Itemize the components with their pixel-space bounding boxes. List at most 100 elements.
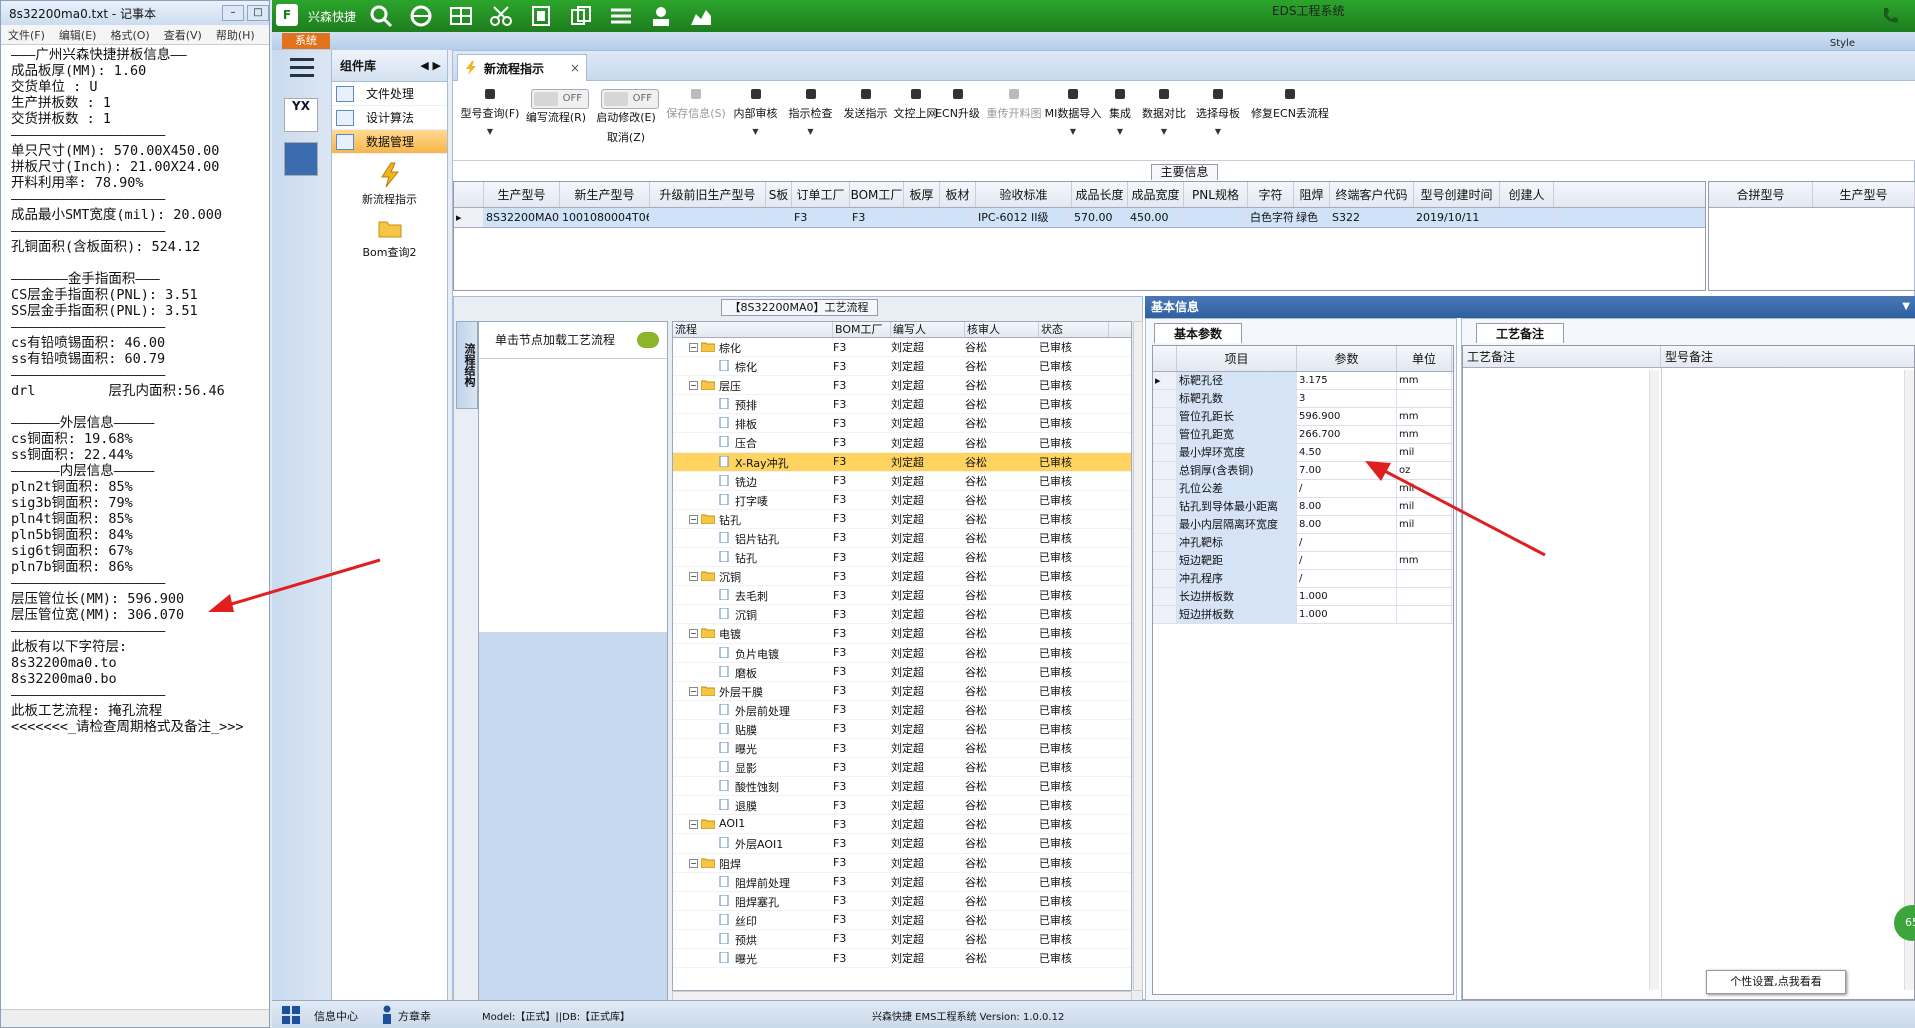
tree-row[interactable]: − 外层干膜 F3 刘定超 谷松 已审核 (673, 682, 1131, 701)
column-header[interactable]: 工艺备注 (1463, 346, 1661, 368)
globe-icon[interactable] (408, 4, 434, 28)
tree-node-cell[interactable]: 酸性蚀刻 (673, 777, 833, 795)
tree-node-cell[interactable]: 负片电镀 (673, 644, 833, 662)
tree-node-cell[interactable]: 磨板 (673, 663, 833, 681)
tree-row[interactable]: 棕化 F3 刘定超 谷松 已审核 (673, 357, 1131, 377)
tree-row[interactable]: 曝光 F3 刘定超 谷松 已审核 (673, 739, 1131, 759)
tree-row[interactable]: 铣边 F3 刘定超 谷松 已审核 (673, 472, 1131, 491)
flow-structure-vertical-tab[interactable]: 流程结构 (456, 321, 478, 409)
tree-row[interactable]: 打字唛 F3 刘定超 谷松 已审核 (673, 491, 1131, 510)
collapse-toggle-icon[interactable]: − (689, 381, 698, 391)
table-cell[interactable]: 570.00 (1072, 208, 1128, 227)
tree-row[interactable]: 贴膜 F3 刘定超 谷松 已审核 (673, 720, 1131, 739)
film-icon[interactable] (528, 4, 554, 28)
phone-icon[interactable] (1880, 6, 1900, 26)
tree-row[interactable]: − 阻焊 F3 刘定超 谷松 已审核 (673, 854, 1131, 873)
table-row[interactable]: ▸ 标靶孔径 3.175 mm (1153, 372, 1453, 390)
collapse-toggle-icon[interactable]: − (689, 572, 698, 582)
chevron-down-icon[interactable]: ▼ (1191, 127, 1245, 136)
column-header[interactable]: 成品宽度 (1128, 182, 1184, 207)
remarks-vertical-scrollbar[interactable] (1904, 370, 1914, 990)
tree-node-cell[interactable]: X-Ray冲孔 (673, 453, 833, 471)
tree-node-cell[interactable]: 阻焊塞孔 (673, 892, 833, 910)
menu-help[interactable]: 帮助(H) (216, 27, 255, 43)
table-cell[interactable]: 450.00 (1128, 208, 1184, 227)
process-tree-body[interactable]: − 棕化 F3 刘定超 谷松 已审核 棕化 F3 刘定超 谷松 已审核 − 层压 F3 刘定超 谷松 已审核 预排… (673, 338, 1131, 969)
table-row[interactable]: 管位孔距长 596.900 mm (1153, 408, 1453, 426)
toolbar-button[interactable]: 型号查询(F) ▼ (457, 85, 523, 136)
component-item-design-algorithm[interactable]: 设计算法 (332, 106, 447, 130)
column-header[interactable]: 创建人 (1500, 182, 1554, 207)
toolbar-button[interactable]: OFF 编写流程(R) (523, 85, 589, 125)
row-selector[interactable] (1153, 588, 1177, 605)
tree-row[interactable]: − 层压 F3 刘定超 谷松 已审核 (673, 376, 1131, 396)
calculator-module-icon[interactable] (284, 142, 318, 176)
search-icon[interactable] (368, 4, 394, 28)
toolbar-button[interactable]: 指示检查 ▼ (783, 85, 838, 136)
column-header[interactable]: 生产型号 (1813, 182, 1915, 207)
table-row[interactable]: 标靶孔数 3 (1153, 390, 1453, 408)
tree-row[interactable]: 外层前处理 F3 刘定超 谷松 已审核 (673, 701, 1131, 720)
param-value[interactable]: 3 (1297, 390, 1397, 407)
toolbar-button[interactable]: ECN升级 (935, 85, 980, 121)
tree-row[interactable]: 外层AOI1 F3 刘定超 谷松 已审核 (673, 834, 1131, 854)
toolbar-button[interactable]: 内部审核 ▼ (728, 85, 783, 136)
hamburger-menu-icon[interactable] (290, 58, 314, 78)
process-notes-grid[interactable]: 工艺备注 型号备注 (1462, 345, 1915, 1000)
menu-view[interactable]: 查看(V) (164, 27, 202, 43)
maximize-icon[interactable]: □ (247, 5, 269, 21)
row-selector[interactable]: ▸ (454, 208, 484, 227)
tree-node-cell[interactable]: 预烘 (673, 930, 833, 948)
toolbar-button[interactable]: 数据对比 ▼ (1137, 85, 1191, 136)
tree-node-cell[interactable]: 曝光 (673, 739, 833, 757)
table-cell[interactable]: 白色字符 (1248, 208, 1294, 227)
menu-format[interactable]: 格式(O) (110, 27, 149, 43)
column-header[interactable]: 板厚 (904, 182, 940, 207)
tree-row[interactable]: − 电镀 F3 刘定超 谷松 已审核 (673, 624, 1131, 644)
table-cell[interactable] (766, 208, 792, 227)
tree-node-cell[interactable]: − 层压 (673, 376, 833, 394)
tree-row[interactable]: 预烘 F3 刘定超 谷松 已审核 (673, 930, 1131, 949)
tree-row[interactable]: − 钻孔 F3 刘定超 谷松 已审核 (673, 510, 1131, 529)
tree-node-cell[interactable]: 阻焊前处理 (673, 873, 833, 891)
chevron-down-icon[interactable]: ▼ (728, 127, 783, 136)
table-cell[interactable] (940, 208, 976, 227)
param-value[interactable]: 1.000 (1297, 606, 1397, 623)
column-header[interactable]: BOM工厂 (850, 182, 904, 207)
toolbar-button[interactable]: 选择母板 ▼ (1191, 85, 1245, 136)
tree-node-cell[interactable]: 贴膜 (673, 720, 833, 738)
close-icon[interactable]: × (570, 61, 580, 75)
tab-new-process-instruction[interactable]: 新流程指示 × (457, 54, 587, 81)
tree-node-cell[interactable]: − AOI1 (673, 815, 833, 833)
row-selector[interactable] (1153, 408, 1177, 425)
column-header[interactable]: S板 (766, 182, 792, 207)
merged-models-grid[interactable]: 合拼型号 生产型号 (1708, 181, 1915, 291)
toolbar-button[interactable]: 集成 ▼ (1103, 85, 1137, 136)
column-header[interactable]: 合拼型号 (1709, 182, 1813, 207)
tree-row[interactable]: 排板 F3 刘定超 谷松 已审核 (673, 414, 1131, 434)
toolbar-button[interactable]: MI数据导入 ▼ (1043, 85, 1103, 136)
table-row[interactable]: 冲孔程序 / (1153, 570, 1453, 588)
row-selector[interactable] (1153, 552, 1177, 569)
bom-query-button[interactable]: Bom查询2 (332, 215, 447, 260)
toolbar-button[interactable]: 重传开料图 (985, 85, 1043, 121)
column-header[interactable]: 核审人 (965, 322, 1039, 337)
table-row[interactable]: 短边拼板数 1.000 (1153, 606, 1453, 624)
row-selector[interactable] (1153, 480, 1177, 497)
minimize-icon[interactable]: – (222, 5, 244, 21)
tree-node-cell[interactable]: 铝片钻孔 (673, 529, 833, 547)
notes-vertical-scrollbar[interactable] (1649, 370, 1659, 990)
column-header[interactable]: 验收标准 (976, 182, 1072, 207)
tree-row[interactable]: 预排 F3 刘定超 谷松 已审核 (673, 395, 1131, 415)
column-header[interactable]: 阻焊 (1294, 182, 1330, 207)
tree-node-cell[interactable]: 去毛刺 (673, 586, 833, 604)
tree-row[interactable]: − 棕化 F3 刘定超 谷松 已审核 (673, 338, 1131, 358)
node-list-body[interactable] (479, 358, 667, 632)
scissors-icon[interactable] (488, 4, 514, 28)
style-label[interactable]: Style (1830, 38, 1855, 49)
chevron-down-icon[interactable]: ▼ (1137, 127, 1191, 136)
row-selector[interactable] (1153, 606, 1177, 623)
table-row[interactable]: 管位孔距宽 266.700 mm (1153, 426, 1453, 444)
column-header[interactable]: 型号创建时间 (1414, 182, 1500, 207)
tree-row[interactable]: 酸性蚀刻 F3 刘定超 谷松 已审核 (673, 777, 1131, 797)
